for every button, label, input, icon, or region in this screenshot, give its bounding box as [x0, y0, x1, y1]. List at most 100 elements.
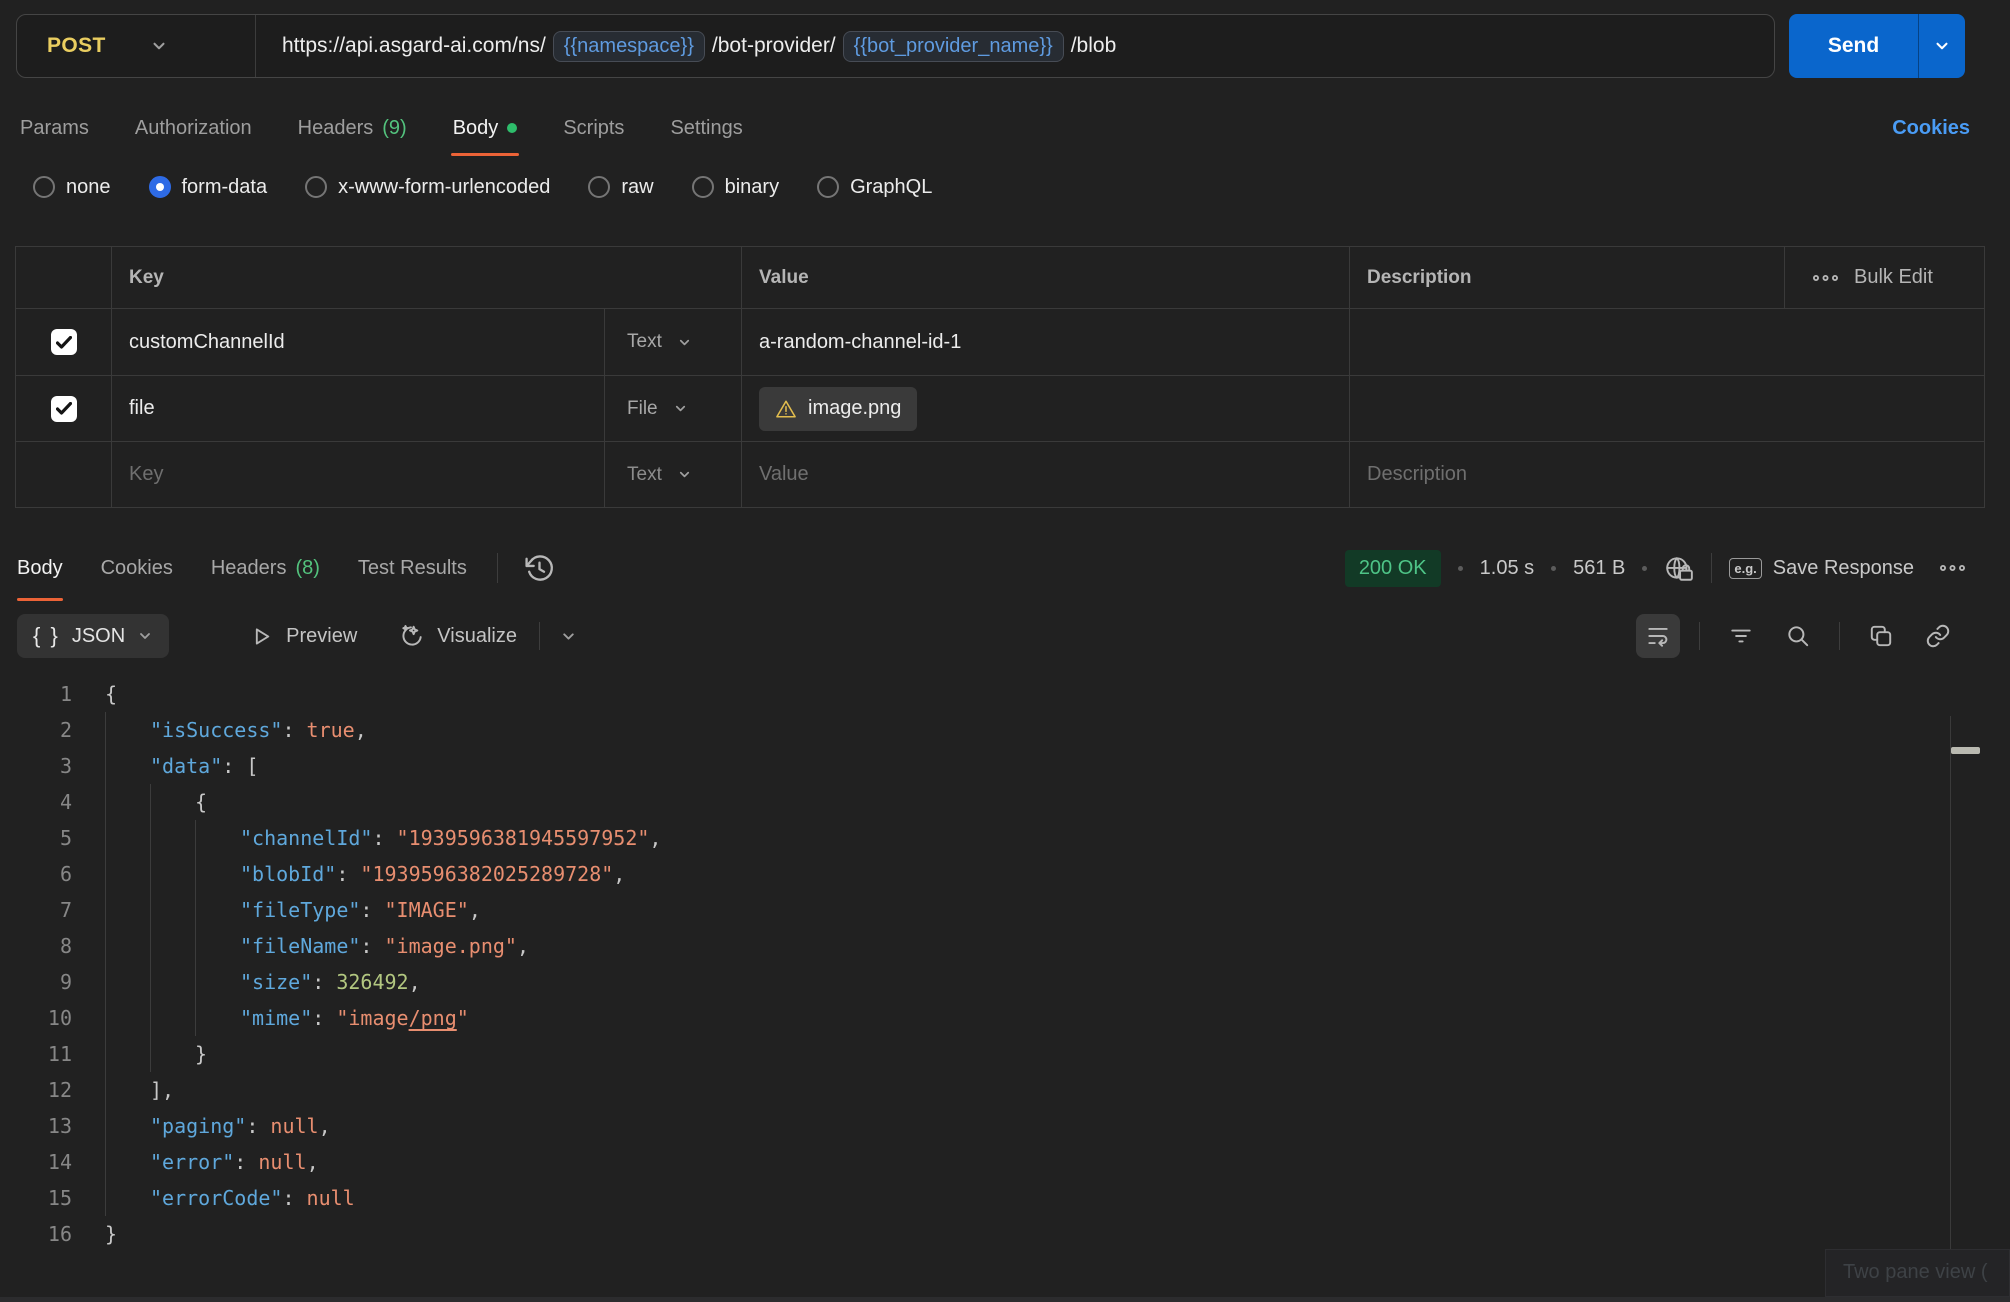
key-cell[interactable]: file: [111, 376, 604, 441]
cookies-link[interactable]: Cookies: [1892, 117, 1970, 140]
type-select[interactable]: Text: [604, 442, 741, 507]
tab-authorization[interactable]: Authorization: [135, 78, 252, 178]
description-cell[interactable]: [1349, 309, 1984, 375]
response-meta: 200 OK 1.05 s 561 B e.g. Save Response: [1345, 550, 1966, 587]
file-chip[interactable]: image.png: [759, 387, 917, 431]
response-time: 1.05 s: [1480, 557, 1534, 580]
indent-guides: [105, 1180, 150, 1216]
dots-icon: [1812, 273, 1839, 283]
visualize-button[interactable]: Visualize: [399, 623, 517, 649]
chevron-down-icon: [677, 467, 692, 482]
response-tab-test-results[interactable]: Test Results: [358, 535, 467, 601]
tab-params[interactable]: Params: [20, 78, 89, 178]
visualize-label: Visualize: [437, 625, 517, 648]
tooltip-text: Two pane view (: [1843, 1261, 1988, 1283]
line-number: 11: [0, 1036, 72, 1072]
tab-headers[interactable]: Headers(9): [298, 78, 407, 178]
scrollbar-thumb[interactable]: [1951, 747, 1980, 754]
body-mode-none[interactable]: none: [33, 176, 111, 199]
code-tokens: "paging": null,: [150, 1108, 331, 1144]
response-body-code[interactable]: 1{2"isSuccess": true,3"data": [4{5"chann…: [0, 676, 2010, 1252]
tab-label: Headers: [298, 117, 374, 140]
mode-label: binary: [725, 176, 779, 199]
key-text: file: [129, 397, 155, 420]
code-line: 4{: [0, 784, 2010, 820]
response-more-options-button[interactable]: [1939, 563, 1966, 573]
body-mode-raw[interactable]: raw: [588, 176, 653, 199]
tab-count: (8): [295, 557, 319, 580]
network-info-button[interactable]: [1664, 555, 1694, 582]
url-text-segment: /bot-provider/: [712, 34, 836, 58]
viewer-icons: [1636, 614, 1960, 658]
type-select[interactable]: File: [604, 376, 741, 441]
row-checkbox-checked[interactable]: [51, 329, 77, 355]
preview-button[interactable]: Preview: [249, 624, 357, 649]
mode-label: GraphQL: [850, 176, 932, 199]
copy-button[interactable]: [1859, 614, 1903, 658]
indent-guides: [105, 1000, 240, 1036]
tab-body[interactable]: Body: [453, 78, 518, 178]
empty-checkbox-cell: [16, 442, 111, 507]
description-column-header: Description: [1349, 247, 1784, 308]
url-variable-pill[interactable]: {{namespace}}: [553, 31, 705, 62]
line-number: 12: [0, 1072, 72, 1108]
indent-guides: [105, 1072, 150, 1108]
key-placeholder: Key: [129, 463, 163, 486]
line-number: 13: [0, 1108, 72, 1144]
code-tokens: }: [195, 1036, 207, 1072]
tab-scripts[interactable]: Scripts: [563, 78, 624, 178]
response-tab-body[interactable]: Body: [17, 535, 63, 601]
url-text-segment: /blob: [1071, 34, 1117, 58]
response-tab-headers[interactable]: Headers(8): [211, 535, 320, 601]
save-response-button[interactable]: e.g. Save Response: [1729, 557, 1914, 580]
key-cell[interactable]: Key: [111, 442, 604, 507]
indent-guides: [105, 784, 195, 820]
tab-settings[interactable]: Settings: [670, 78, 742, 178]
dot-separator: [1642, 566, 1647, 571]
code-tokens: "errorCode": null: [150, 1180, 355, 1216]
send-label: Send: [1828, 34, 1879, 58]
filter-button[interactable]: [1719, 614, 1763, 658]
response-tab-cookies[interactable]: Cookies: [101, 535, 173, 601]
body-mode-binary[interactable]: binary: [692, 176, 779, 199]
code-line: 2"isSuccess": true,: [0, 712, 2010, 748]
viewer-options-button[interactable]: [560, 628, 577, 645]
body-mode-GraphQL[interactable]: GraphQL: [817, 176, 932, 199]
body-mode-x-www-form-urlencoded[interactable]: x-www-form-urlencoded: [305, 176, 550, 199]
wrap-text-button[interactable]: [1636, 614, 1680, 658]
tab-label: Body: [17, 557, 63, 580]
value-cell[interactable]: image.png: [741, 376, 1349, 441]
tab-label: Cookies: [101, 557, 173, 580]
code-line: 5"channelId": "1939596381945597952",: [0, 820, 2010, 856]
url-input[interactable]: https://api.asgard-ai.com/ns/{{namespace…: [282, 31, 1116, 62]
key-column-header: Key: [111, 247, 741, 308]
send-button[interactable]: Send: [1789, 14, 1918, 78]
type-select[interactable]: Text: [604, 309, 741, 375]
send-options-button[interactable]: [1919, 14, 1965, 78]
url-variable-pill[interactable]: {{bot_provider_name}}: [843, 31, 1064, 62]
preview-label: Preview: [286, 625, 357, 648]
value-cell[interactable]: a-random-channel-id-1: [741, 309, 1349, 375]
bulk-edit-button[interactable]: Bulk Edit: [1784, 247, 1984, 308]
table-row: file File image.png: [16, 375, 1984, 441]
description-cell[interactable]: Description: [1349, 442, 1984, 507]
line-number: 1: [0, 676, 72, 712]
search-button[interactable]: [1776, 614, 1820, 658]
window-bottom-edge: [0, 1297, 2010, 1302]
save-response-label: Save Response: [1773, 557, 1914, 580]
value-cell[interactable]: Value: [741, 442, 1349, 507]
code-line: 1{: [0, 676, 2010, 712]
body-mode-form-data[interactable]: form-data: [149, 176, 268, 199]
description-cell[interactable]: [1349, 376, 1984, 441]
method-dropdown[interactable]: POST: [17, 34, 255, 58]
code-line: 9"size": 326492,: [0, 964, 2010, 1000]
mode-label: raw: [621, 176, 653, 199]
code-tokens: "fileName": "image.png",: [240, 928, 529, 964]
filter-lines-icon: [1728, 623, 1754, 649]
history-button[interactable]: [524, 553, 555, 584]
format-dropdown[interactable]: { } JSON: [17, 614, 169, 658]
row-checkbox-checked[interactable]: [51, 396, 77, 422]
link-button[interactable]: [1916, 614, 1960, 658]
viewer-toolbar: { } JSON Preview Visualize: [0, 613, 2010, 659]
key-cell[interactable]: customChannelId: [111, 309, 604, 375]
